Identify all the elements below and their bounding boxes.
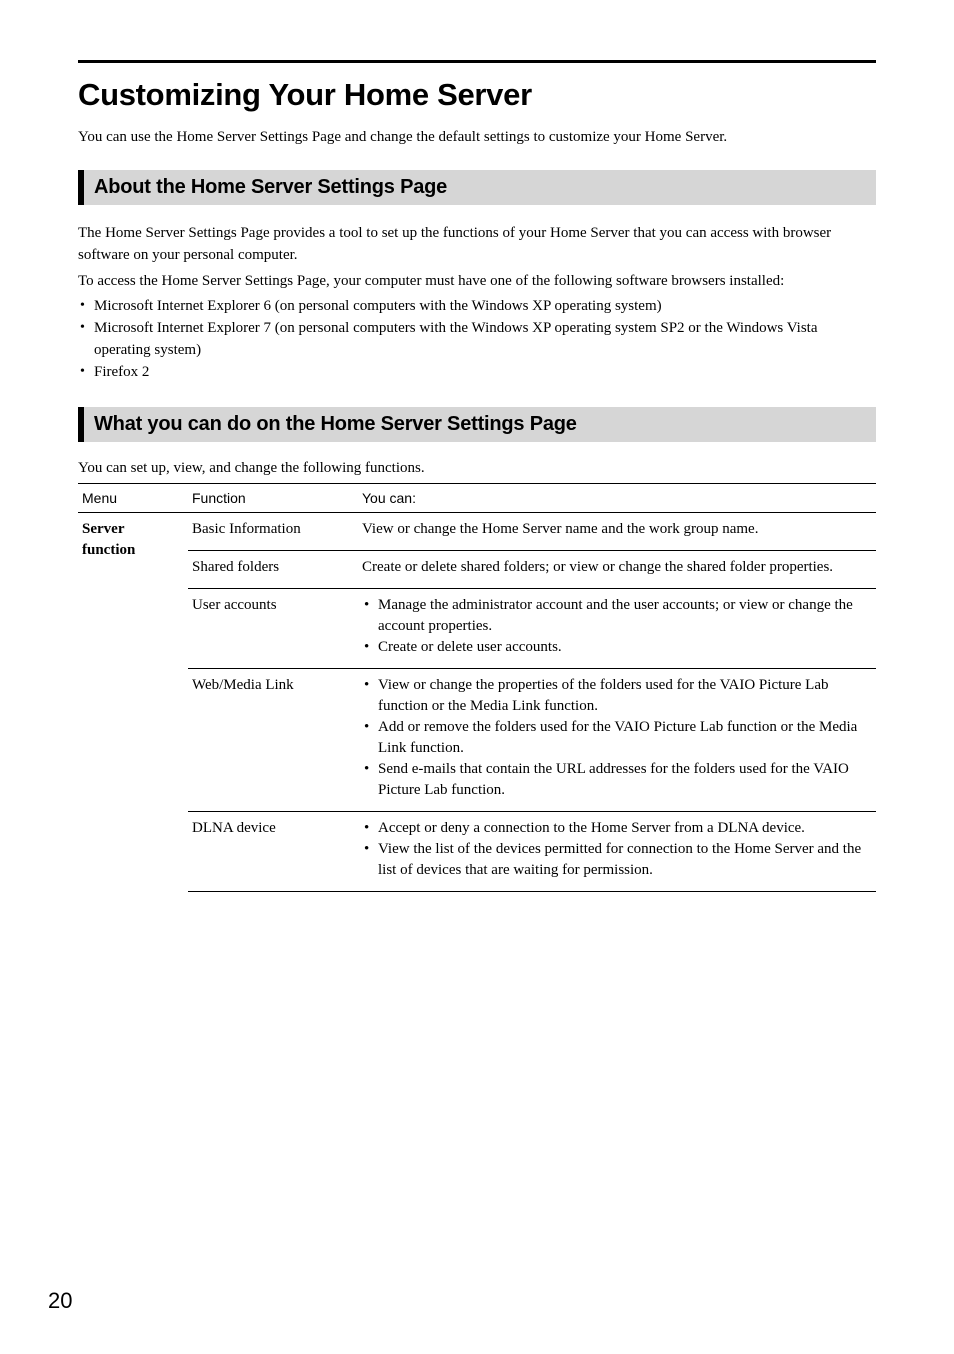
- desc-bullet: Add or remove the folders used for the V…: [362, 717, 870, 759]
- func-cell: User accounts: [188, 589, 358, 669]
- table-row: Web/Media Link View or change the proper…: [78, 669, 876, 812]
- menu-label-line2: function: [82, 542, 135, 558]
- browser-item: Microsoft Internet Explorer 7 (on person…: [78, 318, 876, 362]
- desc-cell: Manage the administrator account and the…: [358, 589, 876, 669]
- desc-bullet: Create or delete user accounts.: [362, 637, 870, 658]
- header-function: Function: [188, 484, 358, 513]
- func-cell: Shared folders: [188, 551, 358, 589]
- browser-item: Firefox 2: [78, 362, 876, 384]
- table-row: Server function Basic Information View o…: [78, 513, 876, 551]
- header-menu: Menu: [78, 484, 188, 513]
- page-number: 20: [48, 1288, 72, 1314]
- section-heading-what: What you can do on the Home Server Setti…: [78, 407, 876, 442]
- browser-list: Microsoft Internet Explorer 6 (on person…: [78, 296, 876, 383]
- table-header-row: Menu Function You can:: [78, 484, 876, 513]
- functions-table: Menu Function You can: Server function B…: [78, 483, 876, 892]
- func-cell: Web/Media Link: [188, 669, 358, 812]
- section-heading-about: About the Home Server Settings Page: [78, 170, 876, 205]
- browser-item: Microsoft Internet Explorer 6 (on person…: [78, 296, 876, 318]
- table-caption: You can set up, view, and change the fol…: [78, 460, 876, 477]
- intro-text: You can use the Home Server Settings Pag…: [78, 127, 876, 148]
- table-row: DLNA device Accept or deny a connection …: [78, 812, 876, 892]
- menu-label-line1: Server: [82, 521, 124, 537]
- desc-bullet: View or change the properties of the fol…: [362, 675, 870, 717]
- desc-cell: Create or delete shared folders; or view…: [358, 551, 876, 589]
- about-paragraph-1: The Home Server Settings Page provides a…: [78, 223, 876, 267]
- page-title: Customizing Your Home Server: [78, 77, 876, 113]
- desc-cell: Accept or deny a connection to the Home …: [358, 812, 876, 892]
- desc-bullet: Manage the administrator account and the…: [362, 595, 870, 637]
- table-row: Shared folders Create or delete shared f…: [78, 551, 876, 589]
- menu-cell: Server function: [78, 513, 188, 892]
- func-cell: Basic Information: [188, 513, 358, 551]
- table-row: User accounts Manage the administrator a…: [78, 589, 876, 669]
- desc-bullet: View the list of the devices permitted f…: [362, 839, 870, 881]
- top-rule: [78, 60, 876, 63]
- header-you-can: You can:: [358, 484, 876, 513]
- about-paragraph-2: To access the Home Server Settings Page,…: [78, 271, 876, 293]
- func-cell: DLNA device: [188, 812, 358, 892]
- desc-bullet: Send e-mails that contain the URL addres…: [362, 759, 870, 801]
- desc-cell: View or change the properties of the fol…: [358, 669, 876, 812]
- desc-cell: View or change the Home Server name and …: [358, 513, 876, 551]
- desc-bullet: Accept or deny a connection to the Home …: [362, 818, 870, 839]
